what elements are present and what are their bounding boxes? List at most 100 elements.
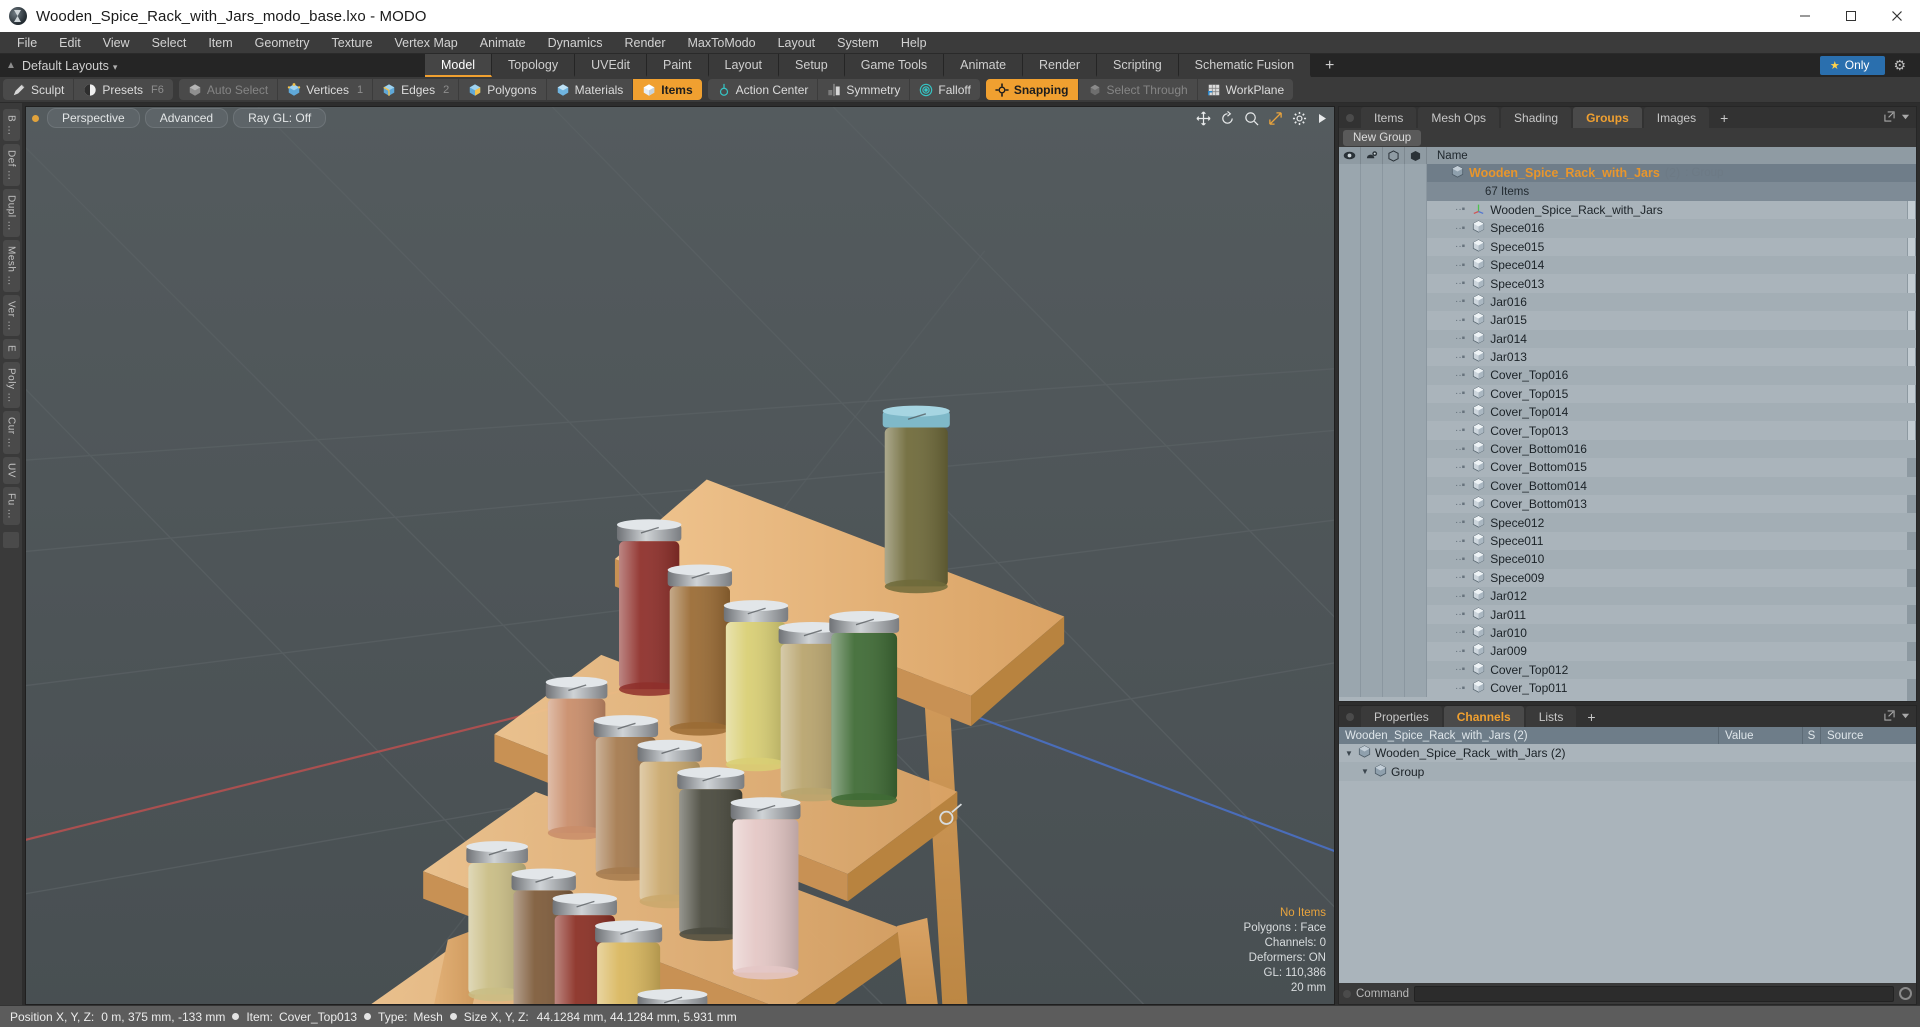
gear-icon[interactable]: ⚙: [1885, 57, 1914, 74]
menu-item-geometry[interactable]: Geometry: [244, 33, 321, 53]
group-list-item[interactable]: ··▪ Jar014: [1339, 329, 1916, 348]
row-toggle-1[interactable]: [1361, 642, 1383, 661]
left-strip-item-7[interactable]: Cur ...: [2, 411, 20, 454]
collapse-arrow-icon[interactable]: ▲: [0, 60, 22, 71]
row-toggle-2[interactable]: [1383, 439, 1405, 459]
group-list-item[interactable]: ··▪ Wooden_Spice_Rack_with_Jars: [1339, 200, 1916, 220]
row-toggle-1[interactable]: [1361, 458, 1383, 477]
menu-item-view[interactable]: View: [92, 33, 141, 53]
tool-snapping[interactable]: Snapping: [985, 79, 1079, 100]
row-toggle-2[interactable]: [1383, 274, 1405, 293]
row-toggles[interactable]: [1339, 568, 1427, 587]
group-list-item[interactable]: ··▪ Cover_Top013: [1339, 421, 1916, 440]
row-toggle-0[interactable]: [1339, 329, 1361, 348]
record-icon[interactable]: [1899, 987, 1912, 1000]
left-strip-item-8[interactable]: UV: [2, 456, 20, 484]
tool-sculpt[interactable]: Sculpt: [3, 79, 75, 100]
tool-action-center[interactable]: Action Center: [708, 79, 819, 100]
row-toggle-0[interactable]: [1339, 660, 1361, 679]
row-toggle-0[interactable]: [1339, 421, 1361, 440]
row-toggle-3[interactable]: [1405, 274, 1427, 293]
minimize-button[interactable]: [1782, 0, 1828, 32]
menu-item-file[interactable]: File: [6, 33, 48, 53]
tool-vertices[interactable]: Vertices 1: [278, 79, 374, 100]
row-toggle-3[interactable]: [1405, 219, 1427, 238]
row-toggle-3[interactable]: [1405, 311, 1427, 330]
row-toggles[interactable]: [1339, 421, 1427, 440]
row-toggles[interactable]: [1339, 366, 1427, 385]
row-toggle-2[interactable]: [1383, 311, 1405, 330]
tab-mesh-ops[interactable]: Mesh Ops: [1418, 107, 1500, 128]
row-toggle-3[interactable]: [1405, 200, 1427, 220]
row-toggles[interactable]: [1339, 586, 1427, 606]
row-toggle-0[interactable]: [1339, 366, 1361, 385]
zoom-icon[interactable]: [1244, 111, 1259, 126]
tool-auto-select[interactable]: Auto Select: [179, 79, 279, 100]
row-toggle-1[interactable]: [1361, 678, 1383, 698]
popout-icon[interactable]: [1884, 110, 1895, 125]
row-toggle-1[interactable]: [1361, 568, 1383, 587]
group-list-item[interactable]: ··▪ Cover_Top015: [1339, 384, 1916, 404]
row-toggle-3[interactable]: [1405, 513, 1427, 532]
left-strip-item-4[interactable]: Ver ...: [2, 294, 20, 337]
row-toggles[interactable]: [1339, 347, 1427, 367]
row-toggle-2[interactable]: [1383, 623, 1405, 643]
row-toggle-3[interactable]: [1405, 458, 1427, 477]
menu-item-help[interactable]: Help: [890, 33, 938, 53]
row-toggles[interactable]: [1339, 403, 1427, 422]
layout-tab-render[interactable]: Render: [1023, 54, 1098, 77]
rotate-icon[interactable]: [1220, 110, 1235, 126]
row-toggle-2[interactable]: [1383, 678, 1405, 698]
group-list-item[interactable]: ··▪ Cover_Bottom013: [1339, 495, 1916, 514]
row-toggle-0[interactable]: [1339, 164, 1361, 183]
group-list-item[interactable]: ··▪ Jar011: [1339, 605, 1916, 624]
layout-tab-game-tools[interactable]: Game Tools: [844, 54, 945, 77]
row-toggle-0[interactable]: [1339, 439, 1361, 459]
render-icon[interactable]: [1361, 147, 1383, 164]
tab-channels[interactable]: Channels: [1443, 706, 1524, 727]
row-toggle-2[interactable]: [1383, 329, 1405, 348]
tool-falloff[interactable]: Falloff: [910, 79, 979, 100]
group-list-item[interactable]: ··▪ Cover_Top011: [1339, 678, 1916, 698]
panel-chevron-icon-2[interactable]: [1901, 711, 1910, 723]
close-button[interactable]: [1874, 0, 1920, 32]
row-toggle-1[interactable]: [1361, 366, 1383, 385]
left-strip-item-1[interactable]: Def ...: [2, 144, 20, 187]
group-list-item[interactable]: ··▪ Cover_Bottom014: [1339, 476, 1916, 496]
tool-workplane[interactable]: WorkPlane: [1198, 79, 1293, 100]
row-toggle-1[interactable]: [1361, 311, 1383, 330]
row-toggle-1[interactable]: [1361, 403, 1383, 422]
row-toggle-0[interactable]: [1339, 531, 1361, 551]
tool-edges[interactable]: Edges 2: [373, 79, 460, 100]
popout-icon-2[interactable]: [1884, 709, 1895, 724]
row-toggle-0[interactable]: [1339, 200, 1361, 220]
row-toggle-1[interactable]: [1361, 329, 1383, 348]
row-toggle-2[interactable]: [1383, 292, 1405, 312]
layout-tab-schematic-fusion[interactable]: Schematic Fusion: [1178, 54, 1312, 77]
row-toggle-0[interactable]: [1339, 495, 1361, 514]
group-list-item[interactable]: ··▪ Spece010: [1339, 550, 1916, 569]
row-toggles[interactable]: [1339, 292, 1427, 312]
row-toggle-0[interactable]: [1339, 568, 1361, 587]
panel-menu-dot-icon-2[interactable]: [1346, 712, 1354, 721]
tab-images[interactable]: Images: [1643, 107, 1710, 128]
row-toggle-0[interactable]: [1339, 476, 1361, 496]
menu-item-edit[interactable]: Edit: [48, 33, 92, 53]
viewport-menu-dot-icon[interactable]: [32, 114, 39, 122]
chevron-right-icon[interactable]: [1316, 112, 1328, 125]
row-toggle-2[interactable]: [1383, 458, 1405, 477]
tool-symmetry[interactable]: Symmetry: [818, 79, 911, 100]
group-list-item[interactable]: ··▪ Jar016: [1339, 292, 1916, 312]
command-input[interactable]: [1414, 985, 1894, 1002]
row-toggle-1[interactable]: [1361, 237, 1383, 256]
group-list-item[interactable]: ··▪ Spece014: [1339, 255, 1916, 275]
layout-tab-layout[interactable]: Layout: [708, 54, 780, 77]
group-list-item[interactable]: ··▪ Spece016: [1339, 219, 1916, 238]
eye-icon[interactable]: [1339, 147, 1361, 164]
group-list-item[interactable]: ··▪ Spece012: [1339, 513, 1916, 532]
row-toggle-1[interactable]: [1361, 255, 1383, 275]
row-toggle-1[interactable]: [1361, 531, 1383, 551]
row-toggle-0[interactable]: [1339, 384, 1361, 404]
row-toggles[interactable]: [1339, 623, 1427, 643]
row-toggle-0[interactable]: [1339, 255, 1361, 275]
